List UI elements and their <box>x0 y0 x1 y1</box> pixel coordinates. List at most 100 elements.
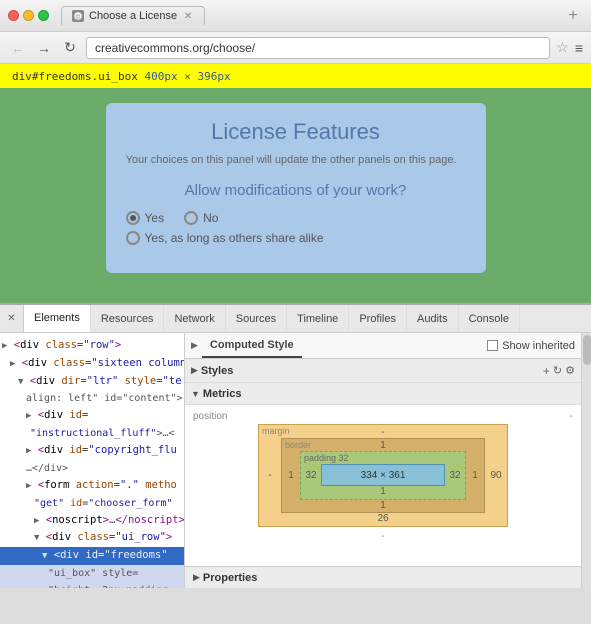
tab-audits[interactable]: Audits <box>407 305 459 332</box>
dom-line[interactable]: ▼ <div dir="ltr" style="te <box>0 373 184 391</box>
element-selector: div#freedoms.ui_box <box>12 70 138 83</box>
show-inherited-label: Show inherited <box>502 340 575 352</box>
margin-middle-row: - border 1 1 <box>259 438 507 513</box>
browser-tab[interactable]: © Choose a License ✕ <box>61 6 205 25</box>
styles-section-header: ▶ Styles + ↻ ⚙ <box>185 359 581 383</box>
address-bar[interactable]: creativecommons.org/choose/ <box>86 37 550 59</box>
nav-bar: ← → ↻ creativecommons.org/choose/ ☆ ≡ <box>0 32 591 64</box>
dom-line[interactable]: "height: 2px;padding- <box>0 582 184 588</box>
border-label: border <box>285 440 311 450</box>
dom-line[interactable]: ▼ <div class="ui_row"> <box>0 529 184 547</box>
element-width: 400px <box>144 70 177 83</box>
border-right-val[interactable]: 1 <box>466 470 484 481</box>
dom-line[interactable]: "instructional_fluff">…< <box>0 425 184 442</box>
back-button[interactable]: ← <box>8 38 28 58</box>
refresh-button[interactable]: ↻ <box>60 38 80 58</box>
tab-console[interactable]: Console <box>459 305 520 332</box>
tab-profiles[interactable]: Profiles <box>349 305 407 332</box>
add-style-icon[interactable]: + <box>543 364 550 378</box>
margin-bottom-val[interactable]: 26 <box>259 513 507 526</box>
scrollbar-vertical[interactable] <box>581 333 591 588</box>
refresh-style-icon[interactable]: ↻ <box>553 364 562 378</box>
padding-box: padding 32 32 <box>300 451 466 500</box>
border-bottom-val[interactable]: 1 <box>282 500 484 512</box>
radio-yes[interactable]: Yes <box>126 211 165 225</box>
element-height: 396px <box>197 70 230 83</box>
dom-line[interactable]: "get" id="chooser_form" <box>0 495 184 512</box>
radio-no[interactable]: No <box>184 211 218 225</box>
border-left-val[interactable]: 1 <box>282 470 300 481</box>
inspected-element-label: div#freedoms.ui_box 400px × 396px <box>6 68 237 85</box>
traffic-lights <box>8 10 49 21</box>
menu-button[interactable]: ≡ <box>575 40 583 56</box>
close-traffic-light[interactable] <box>8 10 19 21</box>
properties-section-header: ▶ Properties <box>185 566 581 588</box>
styles-sub-tabs: ▶ Computed Style Show inherited <box>185 333 581 359</box>
show-inherited-option: Show inherited <box>487 340 575 352</box>
minimize-traffic-light[interactable] <box>23 10 34 21</box>
metrics-section-label: Metrics <box>203 388 242 400</box>
inspected-element-bar: div#freedoms.ui_box 400px × 396px <box>0 64 591 88</box>
settings-style-icon[interactable]: ⚙ <box>565 364 575 378</box>
border-top-val[interactable]: 1 <box>282 439 484 451</box>
dom-line[interactable]: ▶ <noscript>…</noscript> <box>0 512 184 530</box>
page-content: License Features Your choices on this pa… <box>0 88 591 303</box>
dom-line[interactable]: ▶ <div class="sixteen column <box>0 355 184 373</box>
dom-line[interactable]: "ui_box" style= <box>0 565 184 582</box>
properties-label: Properties <box>203 572 257 584</box>
bookmark-button[interactable]: ☆ <box>556 39 569 56</box>
dom-tree-panel: ▶ <div class="row"> ▶ <div class="sixtee… <box>0 333 185 588</box>
padding-bottom-val[interactable]: 1 <box>301 486 465 499</box>
margin-label: margin <box>262 426 290 436</box>
position-bottom-row: - <box>193 531 573 542</box>
tab-timeline[interactable]: Timeline <box>287 305 349 332</box>
radio-share-label: Yes, as long as others share alike <box>145 231 324 245</box>
radio-yes-circle <box>126 211 140 225</box>
padding-left-val[interactable]: 32 <box>301 470 321 481</box>
new-tab-button[interactable]: + <box>563 7 583 25</box>
margin-box: margin - - border 1 <box>258 424 508 527</box>
dom-line[interactable]: ▶ <div class="row"> <box>0 337 184 355</box>
dom-line[interactable]: ▶ <form action="." metho <box>0 477 184 495</box>
browser-content-area: License Features Your choices on this pa… <box>0 88 591 303</box>
license-title: License Features <box>126 119 466 145</box>
tab-network[interactable]: Network <box>164 305 225 332</box>
radio-yes-label: Yes <box>145 211 165 225</box>
padding-right-val[interactable]: 32 <box>445 470 465 481</box>
styles-panel: ▶ Computed Style Show inherited ▶ Styles <box>185 333 581 588</box>
dom-line-selected[interactable]: ▼ <div id="freedoms" <box>0 547 184 565</box>
tab-title: Choose a License <box>89 10 177 22</box>
radio-group: Yes No Yes, as long as others share alik… <box>126 211 466 245</box>
margin-left-val[interactable]: - <box>259 470 281 481</box>
position-row: position - <box>193 411 573 422</box>
tab-resources[interactable]: Resources <box>91 305 165 332</box>
show-inherited-checkbox[interactable] <box>487 340 498 351</box>
tab-close-button[interactable]: ✕ <box>182 10 194 22</box>
padding-middle-row: 32 334 × 361 32 <box>301 464 465 486</box>
tab-elements[interactable]: Elements <box>24 305 91 332</box>
border-box: border 1 1 padding 32 <box>281 438 485 513</box>
margin-right-val[interactable]: 90 <box>485 470 507 481</box>
forward-button[interactable]: → <box>34 38 54 58</box>
position-bottom-val: - <box>381 531 384 542</box>
tab-computed-style[interactable]: Computed Style <box>202 333 302 358</box>
dom-line[interactable]: …</div> <box>0 460 184 477</box>
border-middle-row: 1 padding 32 32 <box>282 451 484 500</box>
radio-share-alike[interactable]: Yes, as long as others share alike <box>126 231 466 245</box>
svg-text:©: © <box>76 14 81 21</box>
dom-line[interactable]: ▶ <div id= <box>0 407 184 425</box>
position-val: - <box>570 411 573 422</box>
maximize-traffic-light[interactable] <box>38 10 49 21</box>
content-box: 334 × 361 <box>321 464 445 486</box>
devtools-close-button[interactable]: ✕ <box>0 305 24 332</box>
devtools-tabs-bar: ✕ Elements Resources Network Sources Tim… <box>0 305 591 333</box>
content-size: 334 × 361 <box>361 470 406 481</box>
padding-label: padding 32 <box>304 453 349 463</box>
margin-top-val[interactable]: - <box>259 425 507 438</box>
url-text: creativecommons.org/choose/ <box>95 41 255 55</box>
dom-line[interactable]: ▶ <div id="copyright_flu <box>0 442 184 460</box>
radio-row-yes-no: Yes No <box>126 211 466 225</box>
tab-sources[interactable]: Sources <box>226 305 287 332</box>
scrollbar-thumb[interactable] <box>583 335 591 365</box>
dom-line[interactable]: align: left" id="content"> <box>0 390 184 407</box>
